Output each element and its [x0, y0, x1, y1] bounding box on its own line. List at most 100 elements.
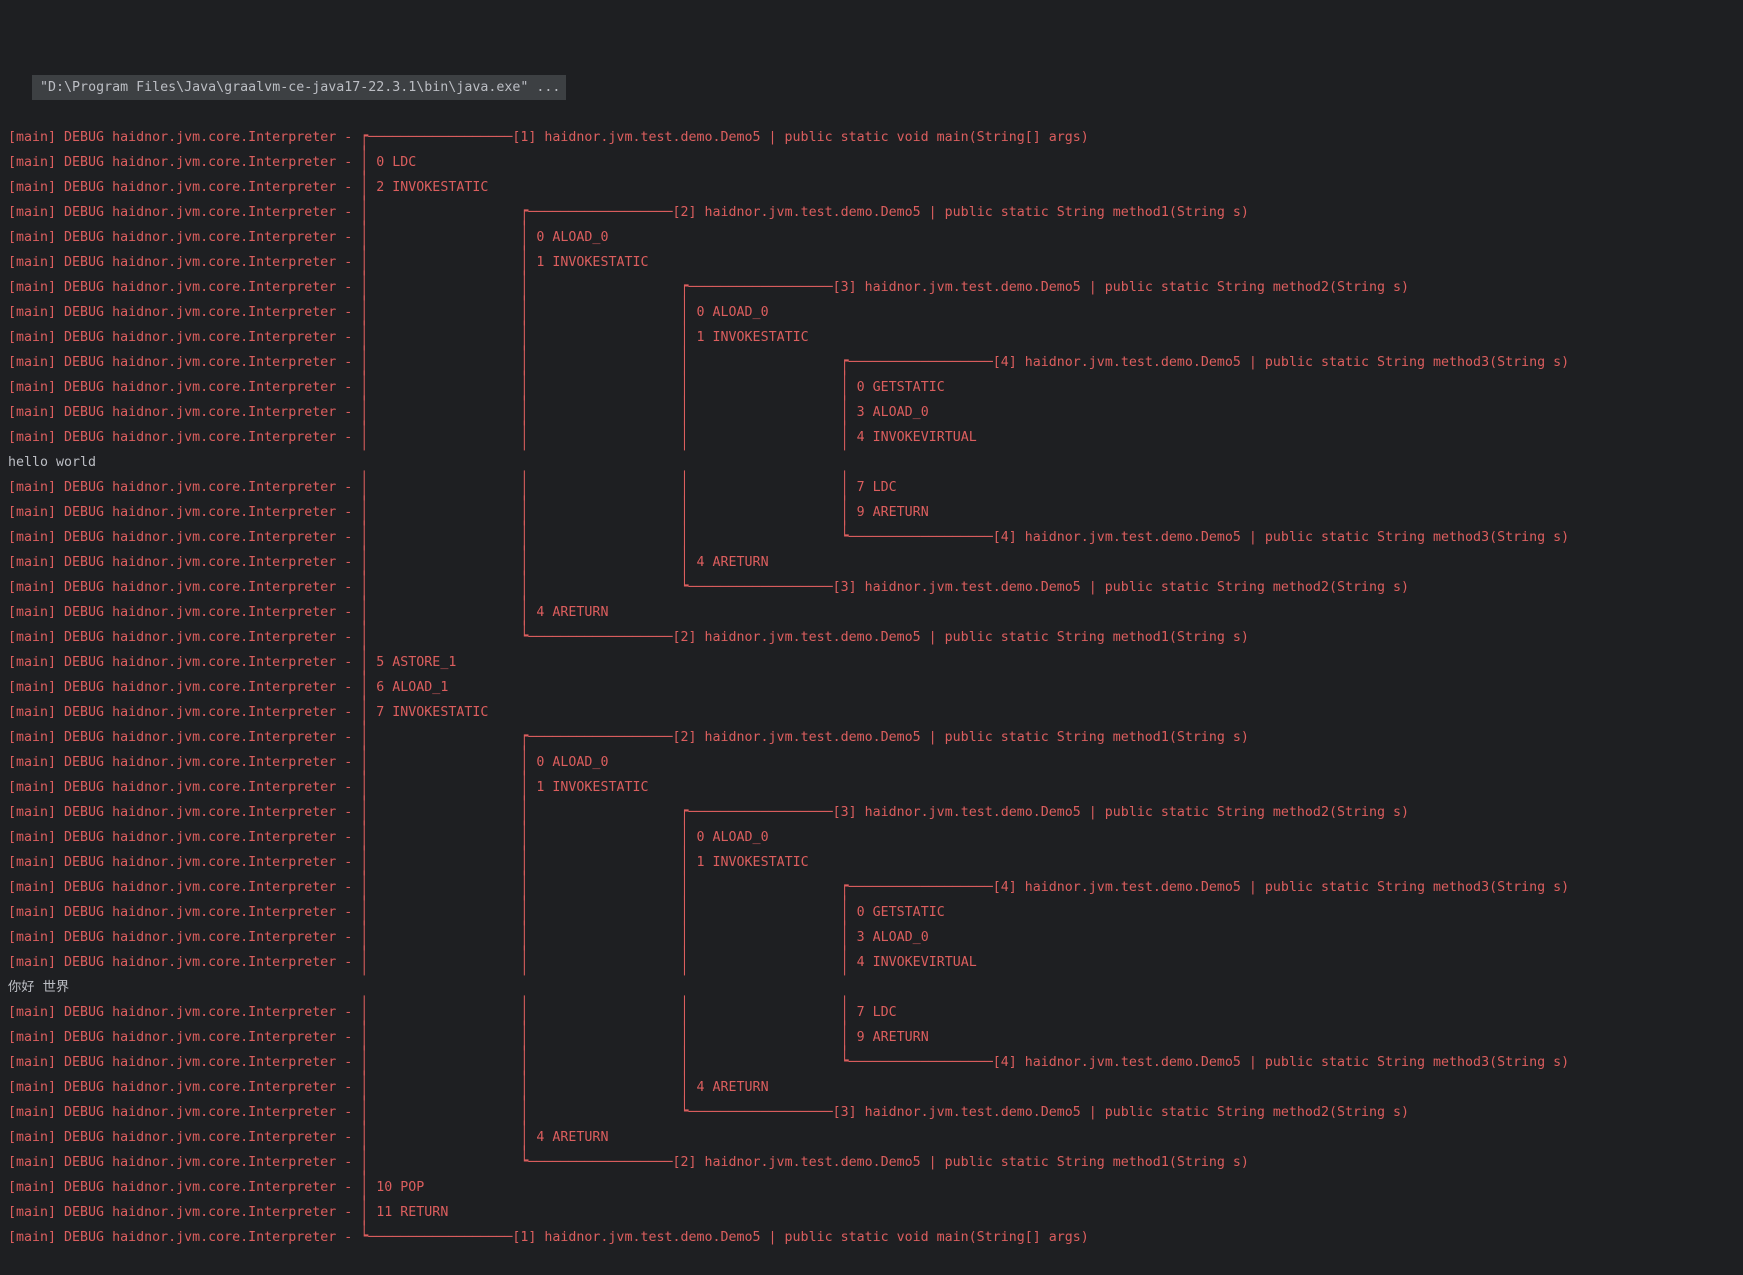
log-prefix: [main] DEBUG haidnor.jvm.core.Interprete…: [8, 480, 360, 495]
call-tree-text: │ 6 ALOAD_1: [360, 680, 448, 695]
call-tree-text: │ │ 0 ALOAD_0: [360, 755, 608, 770]
log-prefix: [main] DEBUG haidnor.jvm.core.Interprete…: [8, 330, 360, 345]
tree-connector: │: [360, 414, 368, 462]
log-line: [main] DEBUG haidnor.jvm.core.Interprete…: [8, 275, 1743, 300]
log-line: [main] DEBUG haidnor.jvm.core.Interprete…: [8, 1025, 1743, 1050]
call-tree-text: │ └──────────────────[2] haidnor.jvm.tes…: [360, 1155, 1249, 1170]
log-line: [main] DEBUG haidnor.jvm.core.Interprete…: [8, 625, 1743, 650]
log-line: [main] DEBUG haidnor.jvm.core.Interprete…: [8, 825, 1743, 850]
log-line: [main] DEBUG haidnor.jvm.core.Interprete…: [8, 425, 1743, 450]
log-line: [main] DEBUG haidnor.jvm.core.Interprete…: [8, 125, 1743, 150]
log-line: [main] DEBUG haidnor.jvm.core.Interprete…: [8, 1100, 1743, 1125]
call-tree-text: │ │ 1 INVOKESTATIC: [360, 780, 648, 795]
log-prefix: [main] DEBUG haidnor.jvm.core.Interprete…: [8, 380, 360, 395]
terminal-console: "D:\Program Files\Java\graalvm-ce-java17…: [0, 0, 1743, 1153]
call-tree-text: │ │ │ ┌──────────────────[4] haidnor.jvm…: [360, 880, 1569, 895]
log-prefix: [main] DEBUG haidnor.jvm.core.Interprete…: [8, 930, 360, 945]
log-prefix: [main] DEBUG haidnor.jvm.core.Interprete…: [8, 355, 360, 370]
log-prefix: [main] DEBUG haidnor.jvm.core.Interprete…: [8, 255, 360, 270]
log-prefix: [main] DEBUG haidnor.jvm.core.Interprete…: [8, 505, 360, 520]
call-tree-text: │ │ │ 0 ALOAD_0: [360, 830, 768, 845]
tree-connector: └: [681, 1089, 689, 1137]
call-tree-text: └──────────────────[1] haidnor.jvm.test.…: [360, 1230, 1089, 1245]
call-tree-text: │ 0 LDC: [360, 155, 416, 170]
log-prefix: [main] DEBUG haidnor.jvm.core.Interprete…: [8, 1105, 360, 1120]
call-tree-text: ┌──────────────────[1] haidnor.jvm.test.…: [360, 130, 1089, 145]
call-tree-text: │ └──────────────────[2] haidnor.jvm.tes…: [360, 630, 1249, 645]
tree-connector: └: [360, 1214, 368, 1262]
call-tree-text: │ │ ┌──────────────────[3] haidnor.jvm.t…: [360, 280, 1409, 295]
log-line: [main] DEBUG haidnor.jvm.core.Interprete…: [8, 650, 1743, 675]
log-line: [main] DEBUG haidnor.jvm.core.Interprete…: [8, 300, 1743, 325]
log-line: [main] DEBUG haidnor.jvm.core.Interprete…: [8, 1050, 1743, 1075]
log-line: [main] DEBUG haidnor.jvm.core.Interprete…: [8, 250, 1743, 275]
call-tree-text: │ 5 ASTORE_1: [360, 655, 456, 670]
log-prefix: [main] DEBUG haidnor.jvm.core.Interprete…: [8, 655, 360, 670]
call-tree-text: │ 10 POP: [360, 1180, 424, 1195]
log-prefix: [main] DEBUG haidnor.jvm.core.Interprete…: [8, 180, 360, 195]
log-prefix: [main] DEBUG haidnor.jvm.core.Interprete…: [8, 230, 360, 245]
tree-connector: │: [681, 939, 689, 987]
log-line: [main] DEBUG haidnor.jvm.core.Interprete…: [8, 750, 1743, 775]
call-tree-text: │ │ │ │ 0 GETSTATIC: [360, 905, 944, 920]
log-prefix: [main] DEBUG haidnor.jvm.core.Interprete…: [8, 405, 360, 420]
log-prefix: [main] DEBUG haidnor.jvm.core.Interprete…: [8, 730, 360, 745]
call-tree-text: │ │ ┌──────────────────[3] haidnor.jvm.t…: [360, 805, 1409, 820]
log-prefix: [main] DEBUG haidnor.jvm.core.Interprete…: [8, 280, 360, 295]
log-prefix: [main] DEBUG haidnor.jvm.core.Interprete…: [8, 1155, 360, 1170]
log-line: [main] DEBUG haidnor.jvm.core.Interprete…: [8, 1150, 1743, 1175]
log-line: [main] DEBUG haidnor.jvm.core.Interprete…: [8, 700, 1743, 725]
tree-connector: └: [520, 614, 528, 662]
log-prefix: [main] DEBUG haidnor.jvm.core.Interprete…: [8, 1030, 360, 1045]
log-line: [main] DEBUG haidnor.jvm.core.Interprete…: [8, 375, 1743, 400]
call-tree-text: │ │ └──────────────────[3] haidnor.jvm.t…: [360, 580, 1409, 595]
tree-connector: │: [360, 939, 368, 987]
log-line: [main] DEBUG haidnor.jvm.core.Interprete…: [8, 225, 1743, 250]
log-line: [main] DEBUG haidnor.jvm.core.Interprete…: [8, 850, 1743, 875]
log-line: [main] DEBUG haidnor.jvm.core.Interprete…: [8, 1200, 1743, 1225]
call-tree-text: │ │ 1 INVOKESTATIC: [360, 255, 648, 270]
log-prefix: [main] DEBUG haidnor.jvm.core.Interprete…: [8, 630, 360, 645]
tree-connector: │: [841, 939, 849, 987]
log-line: [main] DEBUG haidnor.jvm.core.Interprete…: [8, 550, 1743, 575]
call-tree-text: │ │ │ 4 ARETURN: [360, 1080, 768, 1095]
command-line: "D:\Program Files\Java\graalvm-ce-java17…: [0, 50, 1743, 75]
log-line: [main] DEBUG haidnor.jvm.core.Interprete…: [8, 900, 1743, 925]
call-tree-text: │ │ │ 4 ARETURN: [360, 555, 768, 570]
log-prefix: [main] DEBUG haidnor.jvm.core.Interprete…: [8, 1130, 360, 1145]
log-line: [main] DEBUG haidnor.jvm.core.Interprete…: [8, 675, 1743, 700]
log-prefix: [main] DEBUG haidnor.jvm.core.Interprete…: [8, 430, 360, 445]
call-tree-text: │ │ │ ┌──────────────────[4] haidnor.jvm…: [360, 355, 1569, 370]
stdout-line: 你好 世界: [8, 975, 1743, 1000]
log-line: [main] DEBUG haidnor.jvm.core.Interprete…: [8, 525, 1743, 550]
log-prefix: [main] DEBUG haidnor.jvm.core.Interprete…: [8, 1205, 360, 1220]
call-tree-text: │ ┌──────────────────[2] haidnor.jvm.tes…: [360, 730, 1249, 745]
call-tree-text: │ │ │ │ 7 LDC: [360, 480, 896, 495]
log-prefix: [main] DEBUG haidnor.jvm.core.Interprete…: [8, 680, 360, 695]
log-line: [main] DEBUG haidnor.jvm.core.Interprete…: [8, 350, 1743, 375]
call-tree-text: │ │ │ │ 4 INVOKEVIRTUAL: [360, 955, 976, 970]
log-line: [main] DEBUG haidnor.jvm.core.Interprete…: [8, 400, 1743, 425]
call-tree-text: │ │ │ │ 0 GETSTATIC: [360, 380, 944, 395]
log-line: [main] DEBUG haidnor.jvm.core.Interprete…: [8, 600, 1743, 625]
log-line: [main] DEBUG haidnor.jvm.core.Interprete…: [8, 1225, 1743, 1250]
log-line: [main] DEBUG haidnor.jvm.core.Interprete…: [8, 925, 1743, 950]
call-tree-text: │ │ │ │ 4 INVOKEVIRTUAL: [360, 430, 976, 445]
call-tree-text: │ │ 4 ARETURN: [360, 1130, 608, 1145]
call-tree-text: │ │ 0 ALOAD_0: [360, 230, 608, 245]
call-tree-text: │ │ │ 0 ALOAD_0: [360, 305, 768, 320]
tree-connector: │: [681, 414, 689, 462]
log-prefix: [main] DEBUG haidnor.jvm.core.Interprete…: [8, 755, 360, 770]
command-line-text[interactable]: "D:\Program Files\Java\graalvm-ce-java17…: [32, 75, 566, 100]
log-line: [main] DEBUG haidnor.jvm.core.Interprete…: [8, 1000, 1743, 1025]
call-tree-text: │ │ 4 ARETURN: [360, 605, 608, 620]
log-prefix: [main] DEBUG haidnor.jvm.core.Interprete…: [8, 880, 360, 895]
log-prefix: [main] DEBUG haidnor.jvm.core.Interprete…: [8, 580, 360, 595]
log-prefix: [main] DEBUG haidnor.jvm.core.Interprete…: [8, 905, 360, 920]
call-tree-text: │ │ └──────────────────[3] haidnor.jvm.t…: [360, 1105, 1409, 1120]
log-line: [main] DEBUG haidnor.jvm.core.Interprete…: [8, 1125, 1743, 1150]
call-tree-text: │ 7 INVOKESTATIC: [360, 705, 488, 720]
log-prefix: [main] DEBUG haidnor.jvm.core.Interprete…: [8, 855, 360, 870]
tree-connector: └: [841, 514, 849, 562]
call-tree-text: │ │ │ 1 INVOKESTATIC: [360, 855, 808, 870]
